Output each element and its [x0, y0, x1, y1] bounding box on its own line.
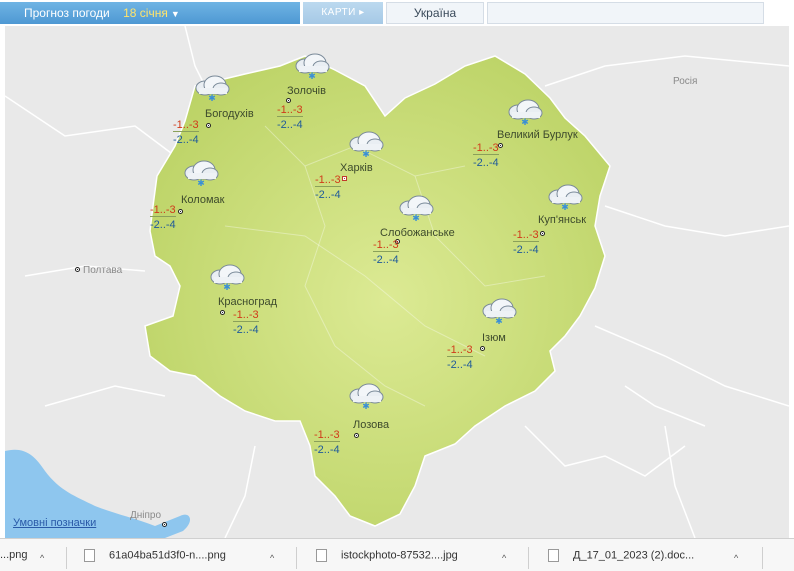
cloud-snow-icon: ✱ [208, 263, 246, 293]
svg-text:✱: ✱ [197, 179, 205, 187]
download-label: ...png [0, 549, 28, 561]
separator [528, 547, 529, 569]
forecast-title: Прогноз погоди [24, 6, 110, 20]
file-icon [84, 549, 95, 562]
svg-text:✱: ✱ [561, 203, 569, 211]
cloud-snow-icon: ✱ [397, 194, 435, 224]
cloud-snow-icon: ✱ [506, 98, 544, 128]
svg-text:✱: ✱ [521, 118, 529, 126]
separator [66, 547, 67, 569]
city-label-lozova: Лозова [353, 419, 390, 431]
poltava-label: Полтава [83, 265, 123, 276]
separator [762, 547, 763, 569]
temp-min: -2..-4 [233, 324, 259, 336]
map-base [5, 26, 789, 538]
temp-min: -2..-4 [447, 359, 473, 371]
cloud-snow-icon: ✱ [347, 382, 385, 412]
city-marker [220, 310, 225, 315]
city-marker [354, 433, 359, 438]
region-tab[interactable]: Україна [386, 2, 484, 24]
download-label: Д_17_01_2023 (2).doc... [573, 549, 695, 562]
forecast-tab: Прогноз погоди 18 січня ▼ [0, 2, 300, 24]
city-marker [480, 346, 485, 351]
city-label-kharkiv: Харків [340, 162, 373, 174]
chevron-up-icon[interactable]: ^ [734, 553, 738, 563]
dnipro-label: Дніпро [130, 510, 162, 521]
top-bar: Прогноз погоди 18 січня ▼ КАРТИ ▸ Україна [0, 0, 794, 26]
weather-map: Росія Полтава Дніпро ✱ Богодухів -1..-3 … [5, 26, 789, 538]
svg-text:✱: ✱ [362, 150, 370, 158]
maps-tab[interactable]: КАРТИ ▸ [303, 2, 383, 24]
temp-min: -2..-4 [277, 119, 303, 131]
city-label-krasnohrad: Красноград [218, 296, 278, 308]
svg-text:✱: ✱ [208, 94, 216, 102]
chevron-up-icon[interactable]: ^ [502, 553, 506, 563]
chevron-down-icon: ▼ [170, 9, 180, 19]
temp-max: -1..-3 [447, 344, 473, 357]
city-marker [178, 209, 183, 214]
cloud-snow-icon: ✱ [480, 297, 518, 327]
temp-min: -2..-4 [314, 444, 340, 456]
temp-max: -1..-3 [277, 104, 303, 117]
city-label-velykyi-burluk: Великий Бурлук [497, 129, 578, 141]
temp-min: -2..-4 [473, 157, 499, 169]
temp-max: -1..-3 [150, 204, 176, 217]
capital-marker [342, 176, 347, 181]
date-selector[interactable]: 18 січня ▼ [123, 6, 180, 20]
cloud-snow-icon: ✱ [193, 74, 231, 104]
svg-text:✱: ✱ [362, 402, 370, 410]
temp-min: -2..-4 [315, 189, 341, 201]
chevron-up-icon[interactable]: ^ [270, 553, 274, 563]
svg-text:✱: ✱ [223, 283, 231, 291]
file-icon [316, 549, 327, 562]
city-marker [206, 123, 211, 128]
temp-max: -1..-3 [173, 119, 199, 132]
cloud-snow-icon: ✱ [546, 183, 584, 213]
cloud-snow-icon: ✱ [293, 52, 331, 82]
cloud-snow-icon: ✱ [347, 130, 385, 160]
temp-max: -1..-3 [233, 309, 259, 322]
city-marker [540, 231, 545, 236]
temp-max: -1..-3 [373, 239, 399, 252]
download-label: 61a04ba51d3f0-n....png [109, 549, 226, 562]
download-item[interactable]: 61a04ba51d3f0-n....png [84, 549, 254, 569]
svg-text:✱: ✱ [308, 72, 316, 80]
legend-link[interactable]: Умовні позначки [13, 517, 96, 529]
city-label-slobozhanske: Слобожанське [380, 227, 455, 239]
temp-min: -2..-4 [513, 244, 539, 256]
city-label-izium: Ізюм [482, 332, 506, 344]
chevron-up-icon[interactable]: ^ [40, 553, 44, 563]
city-marker [286, 98, 291, 103]
temp-min: -2..-4 [150, 219, 176, 231]
download-item[interactable]: istockphoto-87532....jpg [316, 549, 496, 569]
download-item[interactable]: Д_17_01_2023 (2).doc... [548, 549, 728, 569]
download-label: istockphoto-87532....jpg [341, 549, 458, 562]
empty-tab [487, 2, 764, 24]
temp-max: -1..-3 [473, 142, 499, 155]
city-label-kolomak: Коломак [181, 194, 225, 206]
svg-text:✱: ✱ [495, 317, 503, 325]
download-item[interactable]: ...png [0, 549, 40, 569]
svg-text:✱: ✱ [412, 214, 420, 222]
city-label-kupiansk: Куп'янськ [538, 214, 587, 226]
temp-min: -2..-4 [173, 134, 199, 146]
city-marker [498, 143, 503, 148]
poltava-marker [75, 267, 80, 272]
temp-max: -1..-3 [513, 229, 539, 242]
cloud-snow-icon: ✱ [182, 159, 220, 189]
dnipro-marker [162, 522, 167, 527]
downloads-bar: ...png ^ 61a04ba51d3f0-n....png ^ istock… [0, 538, 794, 571]
date-label: 18 січня [123, 6, 168, 20]
document-icon [548, 549, 559, 562]
temp-max: -1..-3 [314, 429, 340, 442]
separator [296, 547, 297, 569]
temp-max: -1..-3 [315, 174, 341, 187]
city-label-zolochiv: Золочів [287, 85, 326, 97]
chevron-right-icon: ▸ [359, 7, 365, 18]
temp-min: -2..-4 [373, 254, 399, 266]
maps-label: КАРТИ [321, 7, 356, 18]
city-label-bohodukhiv: Богодухів [205, 108, 254, 120]
russia-label: Росія [673, 76, 698, 87]
